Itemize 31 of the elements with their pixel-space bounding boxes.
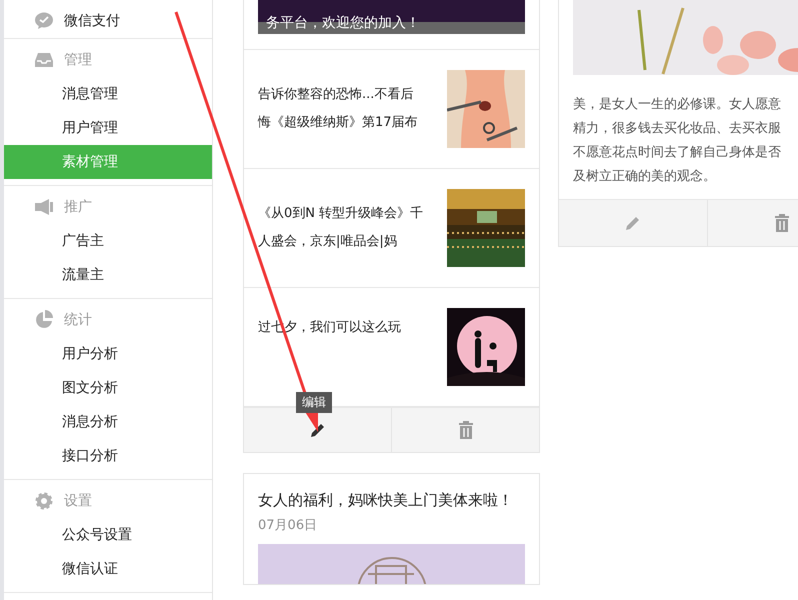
pie-chart-icon: [34, 310, 54, 330]
tooltip: 编辑: [296, 392, 332, 413]
pencil-icon: [308, 421, 326, 439]
trash-icon: [774, 214, 790, 232]
menu-group-title[interactable]: 微信支付: [64, 12, 120, 30]
inbox-icon: [34, 50, 54, 70]
menu-item[interactable]: 接口分析: [4, 439, 212, 473]
menu-group-title: 推广: [64, 198, 92, 216]
article-title[interactable]: 《从0到N 转型升级峰会》千人盛会，京东|唯品会|妈: [258, 200, 426, 256]
cover-caption: 务平台，欢迎您的加入！: [266, 14, 420, 32]
chat-icon: [34, 11, 54, 31]
menu-item[interactable]: 公众号设置: [4, 518, 212, 552]
menu-item[interactable]: 流量主: [4, 258, 212, 292]
menu-group-title: 管理: [64, 51, 92, 69]
menu-item[interactable]: 用户管理: [4, 111, 212, 145]
menu-item[interactable]: 微信认证: [4, 552, 212, 586]
settings-icon: [34, 491, 54, 511]
menu-item[interactable]: 消息分析: [4, 405, 212, 439]
article-title[interactable]: 女人的福利，妈咪快美上门美体来啦！: [244, 474, 537, 514]
menu-group-title: 设置: [64, 492, 92, 510]
trash-icon: [458, 421, 474, 439]
menu-item[interactable]: 用户分析: [4, 337, 212, 371]
megaphone-icon: [34, 197, 54, 217]
menu-item[interactable]: 消息管理: [4, 77, 212, 111]
article-title[interactable]: 告诉你整容的恐怖...不看后悔《超级维纳斯》第17届布: [258, 81, 426, 137]
menu-group-title: 统计: [64, 311, 92, 329]
article-summary: 美，是女人一生的必修课。女人愿意 精力，很多钱去买化妆品、去买衣服 不愿意花点时间去了解自己身体是否 及树立正确的美的观念。: [572, 96, 782, 186]
menu-item[interactable]: 广告主: [4, 224, 212, 258]
menu-item[interactable]: 图文分析: [4, 371, 212, 405]
pencil-icon: [624, 214, 642, 232]
article-date: 07月06日: [257, 517, 318, 535]
